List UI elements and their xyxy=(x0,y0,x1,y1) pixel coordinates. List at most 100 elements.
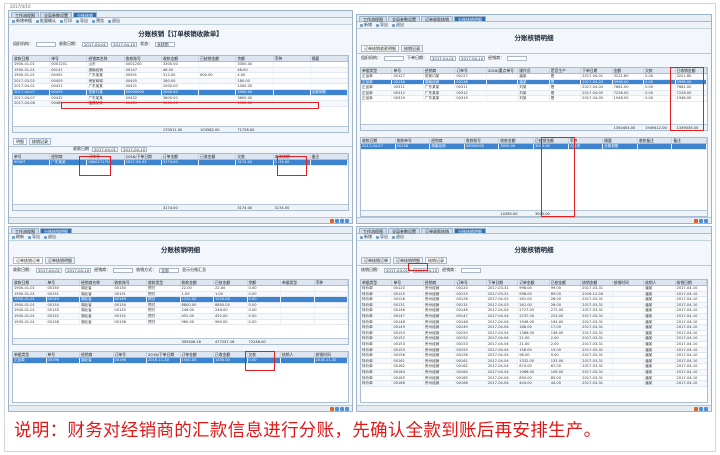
p1-tab[interactable]: 工作流程图 xyxy=(11,12,39,18)
table-cell: 261.00 xyxy=(518,297,550,302)
p1-org-input[interactable] xyxy=(36,41,56,47)
status-icon[interactable] xyxy=(340,407,344,411)
p1-toolbar-button[interactable]: 预览 xyxy=(92,18,104,24)
p2-subtab[interactable]: 核销记录 xyxy=(401,45,423,52)
p1-toolbar-button[interactable]: 退出 xyxy=(108,18,120,24)
p3-subtab[interactable]: 订单核销订单 xyxy=(13,257,43,264)
status-icon[interactable] xyxy=(330,219,334,223)
table-cell: 0.00 xyxy=(248,313,281,319)
p3-toolbar-button[interactable]: 导出 xyxy=(28,234,40,240)
table-cell: 98.00 xyxy=(518,353,550,358)
status-icon[interactable] xyxy=(694,219,698,223)
p1-subtab[interactable]: 明细 xyxy=(13,138,27,145)
status-icon[interactable] xyxy=(699,219,703,223)
p4-subtab[interactable]: 订单核销订单 xyxy=(361,257,391,264)
table-row[interactable]: 00007 广东某某 0000171710 2017-04-03 3174.00 3174… xyxy=(13,160,348,166)
p1-toolbar-button[interactable]: 新增单据 xyxy=(12,18,32,24)
p1-status-select[interactable]: 未核销 xyxy=(155,41,176,47)
p1-toolbar-button[interactable]: 打印 xyxy=(60,18,72,24)
table-row[interactable]: 2017-04-08 00489 福建某某 00489 1500.00 1500.00 xyxy=(13,101,348,107)
p4-tab[interactable]: 全局参数设置 xyxy=(388,228,420,234)
table-cell xyxy=(311,78,348,84)
p1-receipt-grid: 收款日期 单号 经销商名称 收款账号 收款金额 已核销金额 余额 币种 摘要 1900-01-0… xyxy=(12,55,349,133)
p2-toolbar-button[interactable]: 新增 xyxy=(360,22,372,28)
p3-toolbar-button[interactable]: 退出 xyxy=(44,234,56,240)
p4-tab[interactable]: 分账核销明细 xyxy=(454,228,486,234)
status-icon[interactable] xyxy=(704,219,708,223)
table-cell: 0.00 xyxy=(644,96,676,101)
p1-subtab[interactable]: 核销记录 xyxy=(29,138,51,145)
p1-toolbar-button[interactable]: 批量确认 xyxy=(36,18,56,24)
status-icon[interactable] xyxy=(335,407,339,411)
grid-cell: 单号 xyxy=(50,56,88,61)
status-icon[interactable] xyxy=(340,219,344,223)
p2-subtabs: 订单核销收款明细 核销记录 xyxy=(357,44,711,54)
p2-dealer-input[interactable] xyxy=(507,55,528,61)
status-icon[interactable] xyxy=(699,407,703,411)
p3-tab[interactable]: 工作流程图 xyxy=(11,228,39,234)
table-row[interactable]: 正品单 00196 湖北省 00196 2016-11-30 1500.00 1500.00… xyxy=(13,358,348,364)
p4-date-from-input[interactable]: 2017-04-01 xyxy=(384,267,411,273)
p2-grid-body: 正品单 00127 张家口某 00127 潘某是 2017-04-01 3221.60 0.0… xyxy=(361,74,707,102)
p2-tab[interactable]: 全局参数设置 xyxy=(388,16,420,22)
p4-toolbar-button[interactable]: 新增 xyxy=(360,234,372,240)
table-row[interactable]: 特价单 00166 贵州经销 00166 2017-04-04 444.00 44.00 20… xyxy=(361,381,707,387)
status-icon[interactable] xyxy=(335,219,339,223)
p1-sub-date-from[interactable]: 2017-04-01 xyxy=(92,146,119,152)
table-cell: 潘某 xyxy=(518,79,550,85)
p1-date-from-input[interactable]: 2017-04-01 xyxy=(82,41,109,47)
status-icon[interactable] xyxy=(345,407,349,411)
p3-tab[interactable]: 分账核销明细 xyxy=(40,228,72,234)
p2-date-to-input[interactable]: 2017-04-10 xyxy=(459,55,486,61)
table-row[interactable]: 正品单 00319 广东某某 00319 刘某是 2017-04-05 1948.00 0.0… xyxy=(361,96,707,102)
table-cell xyxy=(315,286,348,291)
p3-subtab[interactable]: 订单核销明细 xyxy=(45,257,75,264)
table-cell: 贵州经销 xyxy=(424,297,456,302)
p1-tab[interactable]: 分账核销 xyxy=(73,12,97,18)
table-row[interactable]: 2017-04-07 00158 湖南经销 00000000 3000.00 3000.0… xyxy=(361,144,707,150)
table-cell: 正品单 xyxy=(361,96,393,101)
p3-summary-checkbox[interactable]: 显示分账汇总 xyxy=(182,267,206,273)
table-cell: 26.00 xyxy=(550,297,582,302)
p4-toolbar-button[interactable]: 退出 xyxy=(392,234,404,240)
p4-toolbar-button[interactable]: 导出 xyxy=(376,234,388,240)
p2-toolbar-button[interactable]: 导出 xyxy=(376,22,388,28)
table-cell: 0.00 xyxy=(248,291,281,297)
p2-tab[interactable]: 订单收款核销 xyxy=(421,16,453,22)
table-cell: 674.00 xyxy=(518,364,550,369)
status-icon[interactable] xyxy=(345,219,349,223)
table-cell: 1366.00 xyxy=(518,330,550,336)
p2-tab[interactable]: 工作流程图 xyxy=(359,16,387,22)
p1-date-to-input[interactable]: 2017-04-10 xyxy=(111,41,138,47)
p1-order-grid: 单号 经销商 订单号 2016/下单日期 订单金额 已收金额 欠款 本次核销 备注 00007 广… xyxy=(12,153,349,211)
p1-sub-date-to[interactable]: 2017-04-10 xyxy=(121,146,148,152)
p2-tabstrip: 工作流程图 全局参数设置 订单收款核销 分账核销明细 xyxy=(357,15,711,22)
p4-subtab-records[interactable]: 核销记录 xyxy=(425,257,447,264)
p3-date-to-input[interactable]: 2017-04-10 xyxy=(65,267,92,273)
p4-tab[interactable]: 工作流程图 xyxy=(359,228,387,234)
status-icon[interactable] xyxy=(330,407,334,411)
table-cell: 贵州经销 xyxy=(424,341,456,347)
p1-tab[interactable]: 全局参数设置 xyxy=(40,12,72,18)
p2-subtab[interactable]: 订单核销收款明细 xyxy=(361,45,399,52)
p2-tab[interactable]: 分账核销明细 xyxy=(454,16,486,22)
table-cell: 00125 xyxy=(455,291,487,297)
status-icon[interactable] xyxy=(704,407,708,411)
p3-status-select[interactable]: 全部 xyxy=(159,267,180,273)
p3-date-from-input[interactable]: 2017-04-01 xyxy=(36,267,63,273)
p4-dealer-input[interactable] xyxy=(461,267,482,273)
table-cell: 1900-01-01 xyxy=(13,291,47,297)
p4-date-to-input[interactable]: 2017-04-10 xyxy=(413,267,440,273)
p1-toolbar-button[interactable]: 导出 xyxy=(76,18,88,24)
p4-tab[interactable]: 订单收款核销 xyxy=(421,228,453,234)
table-row[interactable]: 1900-01-01 00158 湖北省 00158 预付 960.00 960.00 0.0… xyxy=(13,319,348,326)
table-cell: 00161 xyxy=(392,358,424,364)
p2-toolbar-button[interactable]: 退出 xyxy=(392,22,404,28)
status-icon[interactable] xyxy=(694,407,698,411)
p3-toolbar-button[interactable]: 刷新 xyxy=(12,234,24,240)
p2-org-input[interactable] xyxy=(384,55,404,61)
p2-date-from-input[interactable]: 2017-04-01 xyxy=(430,55,457,61)
p4-subtab[interactable]: 订单核销明细 xyxy=(393,257,423,264)
table-cell: 特价单 xyxy=(361,319,393,325)
p3-dealer-input[interactable] xyxy=(113,267,134,273)
